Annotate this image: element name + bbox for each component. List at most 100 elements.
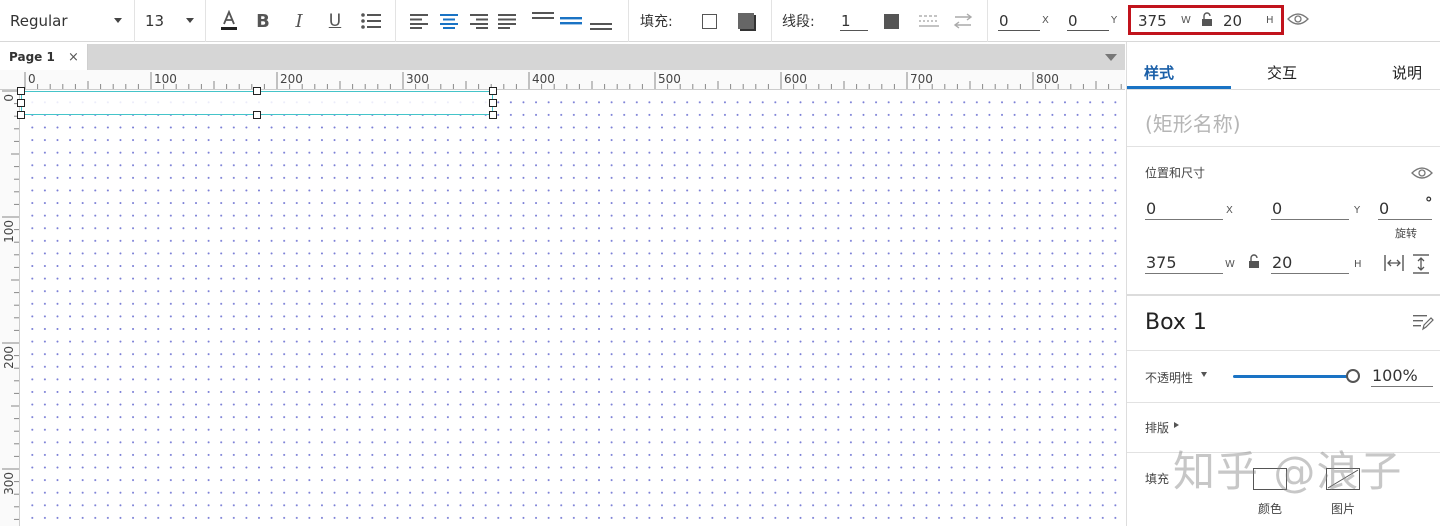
- panel-y-input[interactable]: [1271, 198, 1349, 220]
- x-label: X: [1042, 15, 1049, 26]
- fill-color-button[interactable]: [702, 0, 717, 42]
- font-color-icon: [216, 8, 242, 34]
- resize-handle-bottom-left[interactable]: [17, 111, 25, 119]
- ruler-label: 400: [532, 72, 555, 86]
- tab-page-1[interactable]: Page 1 ×: [0, 44, 88, 70]
- font-weight-value: Regular: [10, 12, 68, 30]
- italic-icon: I: [295, 10, 303, 32]
- align-justify-button[interactable]: [494, 0, 520, 42]
- design-canvas[interactable]: [17, 87, 1125, 526]
- chevron-down-icon: [186, 18, 194, 23]
- resize-handle-middle-left[interactable]: [17, 99, 25, 107]
- inspector-tabs: 样式 交互 说明: [1127, 42, 1440, 90]
- fit-width-icon[interactable]: [1384, 254, 1404, 276]
- resize-handle-bottom-right[interactable]: [489, 111, 497, 119]
- arrow-style-button[interactable]: [950, 0, 976, 42]
- ruler-label: 100: [154, 72, 177, 86]
- chevron-down-icon: [114, 18, 122, 23]
- valign-middle-button[interactable]: [558, 0, 584, 42]
- resize-handle-bottom-center[interactable]: [253, 111, 261, 119]
- panel-x-input[interactable]: [1145, 198, 1223, 220]
- ruler-label: 0: [28, 72, 36, 86]
- line-color-button[interactable]: [884, 0, 899, 42]
- opacity-slider-track[interactable]: [1233, 375, 1351, 378]
- tab-menu-chevron-icon[interactable]: [1105, 54, 1117, 61]
- tab-style[interactable]: 样式: [1144, 62, 1174, 83]
- align-center-icon: [436, 8, 462, 34]
- tab-notes[interactable]: 说明: [1392, 62, 1422, 83]
- align-center-button[interactable]: [436, 0, 462, 42]
- opacity-slider-handle[interactable]: [1346, 369, 1360, 383]
- valign-bottom-icon: [588, 8, 614, 34]
- ruler-label: 100: [2, 220, 16, 243]
- bold-button[interactable]: B: [250, 0, 276, 42]
- ruler-label: 0: [2, 94, 16, 102]
- valign-middle-icon: [558, 8, 584, 34]
- panel-width-input[interactable]: [1145, 252, 1223, 274]
- edit-style-icon[interactable]: [1412, 313, 1434, 335]
- tab-label: Page 1: [9, 50, 55, 64]
- rotation-input[interactable]: [1378, 198, 1432, 220]
- y-label: Y: [1111, 15, 1118, 26]
- fill-color-label: 颜色: [1258, 502, 1283, 516]
- align-left-icon: [406, 8, 432, 34]
- line-color-icon: [884, 13, 899, 29]
- opacity-input[interactable]: [1371, 365, 1433, 387]
- valign-top-icon: [530, 8, 556, 34]
- align-justify-icon: [494, 8, 520, 34]
- position-size-label: 位置和尺寸: [1145, 166, 1206, 180]
- font-weight-dropdown[interactable]: Regular: [10, 0, 128, 42]
- line-style-button[interactable]: [916, 0, 942, 42]
- y-input[interactable]: [1067, 11, 1109, 31]
- fill-swatch-icon: [702, 13, 717, 29]
- x-input[interactable]: [998, 11, 1040, 31]
- horizontal-ruler: 0 100 200 300 400 500 600 700 800: [0, 70, 1125, 90]
- shadow-icon: [738, 13, 754, 29]
- shape-title: Box 1: [1145, 310, 1207, 335]
- eye-icon[interactable]: [1411, 166, 1433, 184]
- font-size-dropdown[interactable]: 13: [145, 0, 200, 42]
- bullet-list-icon: [358, 8, 384, 34]
- italic-button[interactable]: I: [286, 0, 312, 42]
- swap-arrows-icon: [950, 8, 976, 34]
- bullet-list-button[interactable]: [358, 0, 384, 42]
- ruler-label: 300: [2, 472, 16, 495]
- close-icon[interactable]: ×: [68, 50, 79, 65]
- eye-icon: [1287, 12, 1309, 30]
- opacity-chevron-icon[interactable]: [1201, 372, 1207, 377]
- shape-name-input[interactable]: (矩形名称): [1145, 108, 1241, 137]
- valign-top-button[interactable]: [530, 0, 556, 42]
- underline-button[interactable]: U: [322, 0, 348, 42]
- fit-height-icon[interactable]: [1412, 254, 1430, 278]
- align-right-button[interactable]: [466, 0, 492, 42]
- resize-handle-top-left[interactable]: [17, 87, 25, 95]
- degree-symbol: °: [1425, 194, 1433, 212]
- line-width-input[interactable]: [840, 11, 868, 31]
- panel-width-label: W: [1225, 259, 1235, 270]
- panel-y-label: Y: [1354, 205, 1361, 216]
- resize-handle-top-right[interactable]: [489, 87, 497, 95]
- resize-handle-top-center[interactable]: [253, 87, 261, 95]
- ruler-label: 300: [406, 72, 429, 86]
- align-left-button[interactable]: [406, 0, 432, 42]
- panel-height-input[interactable]: [1271, 252, 1349, 274]
- ruler-label: 600: [784, 72, 807, 86]
- layout-label[interactable]: 排版: [1145, 419, 1169, 436]
- fill-label: 填充: [1145, 472, 1170, 486]
- ruler-label: 700: [910, 72, 933, 86]
- watermark-text: 知乎 @浪子: [1173, 447, 1403, 496]
- ruler-label: 500: [658, 72, 681, 86]
- text-color-button[interactable]: [216, 0, 242, 42]
- align-right-icon: [466, 8, 492, 34]
- opacity-label: 不透明性: [1145, 371, 1194, 385]
- layout-chevron-icon[interactable]: [1174, 422, 1179, 428]
- tab-interaction[interactable]: 交互: [1267, 62, 1297, 83]
- visibility-toggle[interactable]: [1287, 0, 1309, 42]
- ruler-label: 800: [1036, 72, 1059, 86]
- valign-bottom-button[interactable]: [588, 0, 614, 42]
- size-highlight-box: [1128, 5, 1284, 35]
- resize-handle-middle-right[interactable]: [489, 99, 497, 107]
- shadow-button[interactable]: [738, 0, 754, 42]
- line-label-text: 线段:: [782, 14, 815, 30]
- lock-open-icon[interactable]: [1248, 254, 1260, 273]
